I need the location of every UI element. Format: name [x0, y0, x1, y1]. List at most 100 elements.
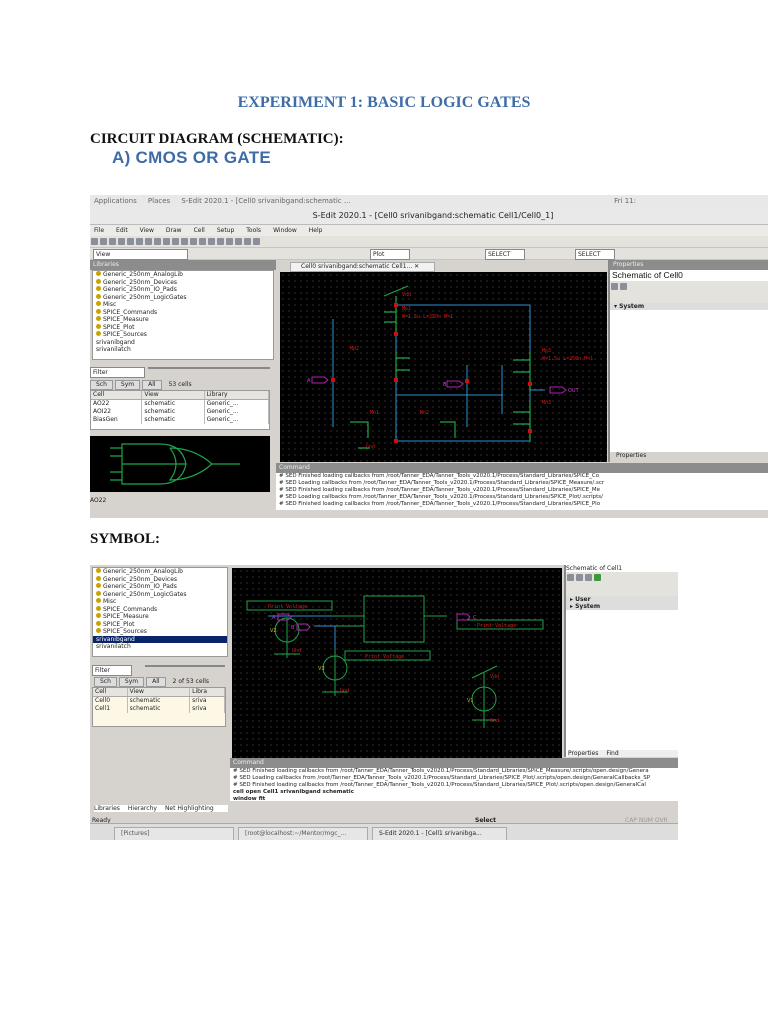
- library-item[interactable]: Generic_250nm_IO_Pads: [93, 583, 227, 591]
- library-item[interactable]: SPICE_Plot: [93, 323, 273, 332]
- tab-all[interactable]: All: [146, 677, 166, 687]
- library-item[interactable]: Generic_250nm_IO_Pads: [93, 286, 273, 294]
- library-item[interactable]: SPICE_Sources: [93, 331, 273, 339]
- tab-hierarchy[interactable]: Hierarchy: [128, 805, 157, 812]
- library-item[interactable]: SPICE_Measure: [93, 316, 273, 324]
- select-combo-a[interactable]: SELECT: [485, 249, 525, 260]
- library-item[interactable]: Generic_250nm_LogicGates: [93, 293, 273, 302]
- library-item[interactable]: Misc: [93, 301, 273, 309]
- schematic-canvas[interactable]: Print Voltage Print Voltage Print Voltag…: [232, 568, 562, 758]
- col-library[interactable]: Library: [204, 391, 270, 400]
- view-combo[interactable]: View: [93, 249, 188, 260]
- tab-all[interactable]: All: [142, 380, 162, 390]
- library-item[interactable]: SPICE_Sources: [93, 628, 227, 636]
- panel-task[interactable]: S-Edit 2020.1 - [Cell0 srivanibgand:sche…: [181, 197, 350, 205]
- filter-combo[interactable]: Filter: [90, 367, 145, 378]
- forward-icon[interactable]: [172, 238, 179, 245]
- task-pictures[interactable]: [Pictures]: [114, 827, 234, 840]
- open-icon[interactable]: [100, 238, 107, 245]
- properties-group-user[interactable]: ▸ User: [566, 596, 678, 603]
- table-row[interactable]: Cell1 schematic sriva: [93, 705, 225, 713]
- help-icon[interactable]: [594, 574, 601, 581]
- tab-sch[interactable]: Sch: [90, 380, 113, 390]
- table-row[interactable]: AO22 schematic Generic_...: [91, 399, 270, 408]
- library-item[interactable]: SPICE_Commands: [93, 605, 227, 614]
- eye-icon[interactable]: [585, 574, 592, 581]
- menu-window[interactable]: Window: [273, 227, 297, 234]
- menu-view[interactable]: View: [140, 227, 154, 234]
- undo-icon[interactable]: [145, 238, 152, 245]
- library-item[interactable]: Generic_250nm_AnalogLib: [93, 568, 227, 576]
- circle-icon[interactable]: [235, 238, 242, 245]
- library-item[interactable]: SPICE_Plot: [93, 620, 227, 629]
- places-menu[interactable]: Places: [148, 197, 170, 205]
- paste-icon[interactable]: [136, 238, 143, 245]
- library-item[interactable]: SPICE_Measure: [93, 613, 227, 621]
- menu-cell[interactable]: Cell: [194, 227, 205, 234]
- label-icon[interactable]: [244, 238, 251, 245]
- tab-properties[interactable]: Properties: [610, 452, 768, 462]
- schematic-canvas[interactable]: Vdd Mp1 W=1.5u L=250n M=1 Mp2 Mp3 W=1.5u…: [280, 272, 607, 462]
- menu-edit[interactable]: Edit: [116, 227, 128, 234]
- filter-combo[interactable]: Filter: [92, 665, 132, 676]
- library-item[interactable]: srivanilatch: [93, 346, 273, 354]
- menu-help[interactable]: Help: [309, 227, 323, 234]
- col-cell[interactable]: Cell: [93, 688, 128, 697]
- col-library[interactable]: Libra: [189, 688, 225, 697]
- library-item[interactable]: Generic_250nm_Devices: [93, 278, 273, 287]
- menu-draw[interactable]: Draw: [166, 227, 182, 234]
- library-item[interactable]: SPICE_Commands: [93, 308, 273, 317]
- new-property-icon[interactable]: [567, 574, 574, 581]
- table-row[interactable]: Cell0 schematic sriva: [93, 696, 225, 705]
- filter-input[interactable]: [148, 367, 270, 369]
- library-list[interactable]: Generic_250nm_AnalogLib Generic_250nm_Dev…: [92, 567, 228, 657]
- new-icon[interactable]: [91, 238, 98, 245]
- menu-file[interactable]: File: [94, 227, 104, 234]
- push-icon[interactable]: [181, 238, 188, 245]
- tab-find[interactable]: Find: [606, 750, 618, 757]
- simulate-icon[interactable]: [199, 238, 206, 245]
- table-row[interactable]: BiasGen schematic Generic_...: [91, 416, 270, 424]
- table-row[interactable]: AOI22 schematic Generic_...: [91, 408, 270, 416]
- save-icon[interactable]: [109, 238, 116, 245]
- applications-menu[interactable]: Applications: [94, 197, 137, 205]
- tab-libraries[interactable]: Libraries: [94, 805, 120, 812]
- filter-input[interactable]: [145, 665, 225, 667]
- select-icon[interactable]: [208, 238, 215, 245]
- library-item[interactable]: srivanibgand: [93, 635, 227, 643]
- library-item[interactable]: Generic_250nm_LogicGates: [93, 590, 227, 599]
- plot-combo[interactable]: Plot: [370, 249, 410, 260]
- new-property-icon[interactable]: [611, 283, 618, 290]
- pop-icon[interactable]: [190, 238, 197, 245]
- library-item[interactable]: Generic_250nm_AnalogLib: [93, 271, 273, 279]
- wire-icon[interactable]: [226, 238, 233, 245]
- port-icon[interactable]: [253, 238, 260, 245]
- tab-document[interactable]: Cell0 srivanibgand:schematic Cell1... ✕: [290, 262, 435, 272]
- tab-properties[interactable]: Properties: [568, 750, 598, 757]
- copy-icon[interactable]: [127, 238, 134, 245]
- menu-tools[interactable]: Tools: [246, 227, 261, 234]
- library-item[interactable]: srivanibgand: [93, 339, 273, 347]
- delete-property-icon[interactable]: [620, 283, 627, 290]
- properties-group-system[interactable]: ▸ System: [566, 603, 678, 610]
- col-view[interactable]: View: [141, 391, 205, 400]
- tab-sch[interactable]: Sch: [94, 677, 117, 687]
- col-view[interactable]: View: [127, 688, 191, 697]
- redo-icon[interactable]: [154, 238, 161, 245]
- back-icon[interactable]: [163, 238, 170, 245]
- rectangle-icon[interactable]: [217, 238, 224, 245]
- task-terminal[interactable]: [root@localhost:~/Mentor/mgc_...: [238, 827, 368, 840]
- tab-sym[interactable]: Sym: [114, 380, 141, 390]
- menu-setup[interactable]: Setup: [217, 227, 234, 234]
- properties-group-system[interactable]: ▾ System: [610, 303, 768, 310]
- task-sedit[interactable]: S-Edit 2020.1 - [Cell1 srivanibga...: [372, 827, 507, 840]
- tab-net-highlighting[interactable]: Net Highlighting: [165, 805, 214, 812]
- col-cell[interactable]: Cell: [91, 391, 143, 400]
- library-item[interactable]: srivanilatch: [93, 643, 227, 651]
- library-item[interactable]: Misc: [93, 598, 227, 606]
- library-list[interactable]: Generic_250nm_AnalogLib Generic_250nm_Dev…: [92, 270, 274, 360]
- tab-sym[interactable]: Sym: [118, 677, 145, 687]
- delete-property-icon[interactable]: [576, 574, 583, 581]
- close-icon[interactable]: ✕: [414, 263, 419, 270]
- library-item[interactable]: Generic_250nm_Devices: [93, 575, 227, 584]
